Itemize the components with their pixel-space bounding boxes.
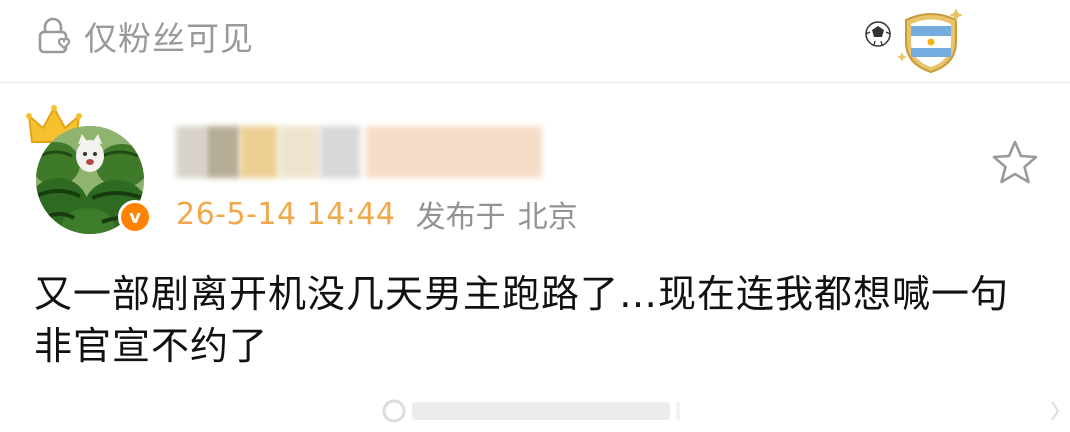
post-location: 北京 (517, 200, 578, 235)
author-name-redacted[interactable] (176, 126, 542, 178)
post-header-bar: 仅粉丝可见 (0, 0, 1070, 83)
author-avatar-group[interactable]: v (26, 104, 156, 236)
star-icon (992, 140, 1038, 184)
post-meta: 26-5-14 14:44 发布于 北京 (176, 192, 578, 236)
redaction-block (320, 126, 360, 178)
lock-icon (38, 17, 71, 54)
redaction-block (240, 126, 278, 178)
visibility-indicator: 仅粉丝可见 (34, 12, 254, 60)
visibility-label: 仅粉丝可见 (84, 19, 254, 58)
favorite-button[interactable] (990, 138, 1040, 188)
football-icon (865, 21, 891, 47)
watermark-redacted (376, 394, 1066, 428)
redaction-block (176, 126, 206, 178)
post-text: 又一部剧离开机没几天男主跑路了…现在连我都想喊一句非官宣不约了 (34, 272, 1010, 368)
redaction-block (366, 126, 542, 178)
header-badges (850, 4, 980, 74)
redaction-block (206, 126, 240, 178)
redaction-block (278, 126, 320, 178)
post-time: 26-5-14 14:44 (176, 196, 396, 232)
argentina-flag-badge-icon (897, 8, 963, 74)
post-source-prefix: 发布于 (415, 200, 506, 235)
verified-badge: v (118, 200, 152, 234)
